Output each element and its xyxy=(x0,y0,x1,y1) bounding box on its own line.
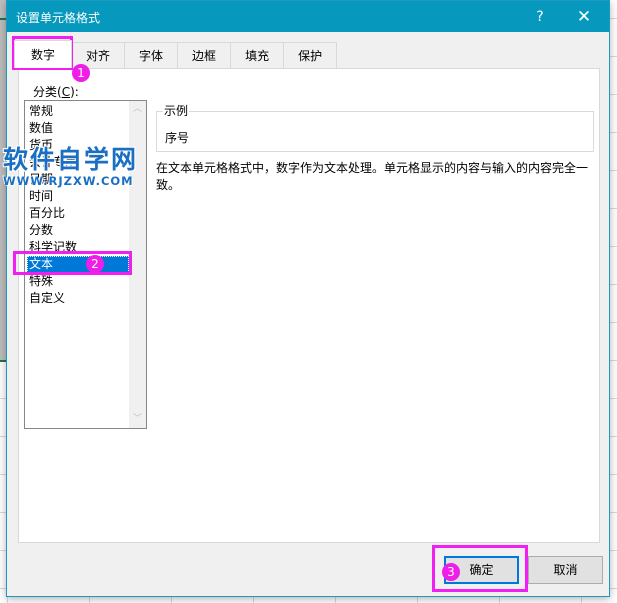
category-item-date[interactable]: 日期 xyxy=(27,171,129,188)
tab-fill[interactable]: 填充 xyxy=(230,42,285,68)
format-description: 在文本单元格格式中，数字作为文本处理。单元格显示的内容与输入的内容完全一致。 xyxy=(156,161,589,192)
number-tab-panel: 分类(C): 常规 数值 货币 会计专用 日期 时间 百分比 分数 科学记数 文… xyxy=(18,68,600,543)
sample-value: 序号 xyxy=(165,131,190,145)
category-item-number[interactable]: 数值 xyxy=(27,120,129,137)
category-item-time[interactable]: 时间 xyxy=(27,188,129,205)
category-item-general[interactable]: 常规 xyxy=(27,103,129,120)
sample-legend: 示例 xyxy=(163,102,190,119)
annotation-badge-3: 3 xyxy=(442,563,460,581)
tab-bar: 数字 对齐 字体 边框 填充 保护 xyxy=(14,40,338,69)
tab-font[interactable]: 字体 xyxy=(124,42,179,68)
category-item-text[interactable]: 文本 xyxy=(27,256,129,273)
cancel-button[interactable]: 取消 xyxy=(528,556,603,584)
category-scrollbar[interactable]: ︿ ﹀ xyxy=(129,101,146,428)
category-item-currency[interactable]: 货币 xyxy=(27,137,129,154)
help-icon[interactable]: ? xyxy=(529,6,551,28)
category-label-text: 分类( xyxy=(33,85,62,99)
category-item-fraction[interactable]: 分数 xyxy=(27,222,129,239)
annotation-badge-2: 2 xyxy=(86,255,104,273)
category-item-accounting[interactable]: 会计专用 xyxy=(27,154,129,171)
annotation-badge-1: 1 xyxy=(72,64,90,82)
tab-border[interactable]: 边框 xyxy=(177,42,232,68)
chevron-up-icon[interactable]: ︿ xyxy=(129,101,146,118)
category-label-suffix: ): xyxy=(70,85,79,99)
category-item-special[interactable]: 特殊 xyxy=(27,273,129,290)
category-item-custom[interactable]: 自定义 xyxy=(27,290,129,307)
category-label: 分类(C): xyxy=(33,83,79,100)
category-item-percentage[interactable]: 百分比 xyxy=(27,205,129,222)
close-icon[interactable]: ✕ xyxy=(572,6,596,28)
chevron-down-icon[interactable]: ﹀ xyxy=(129,411,146,428)
category-item-scientific[interactable]: 科学记数 xyxy=(27,239,129,256)
dialog-title: 设置单元格格式 xyxy=(16,11,101,25)
tab-protection[interactable]: 保护 xyxy=(283,42,338,68)
sample-group: 示例 序号 xyxy=(156,102,594,152)
dialog-titlebar[interactable]: 设置单元格格式 ? ✕ xyxy=(7,1,609,32)
tab-number[interactable]: 数字 xyxy=(14,40,73,68)
category-label-accelerator: C xyxy=(61,85,71,99)
format-cells-dialog: 设置单元格格式 ? ✕ 数字 对齐 字体 边框 填充 保护 分类(C): 常规 … xyxy=(6,0,610,597)
